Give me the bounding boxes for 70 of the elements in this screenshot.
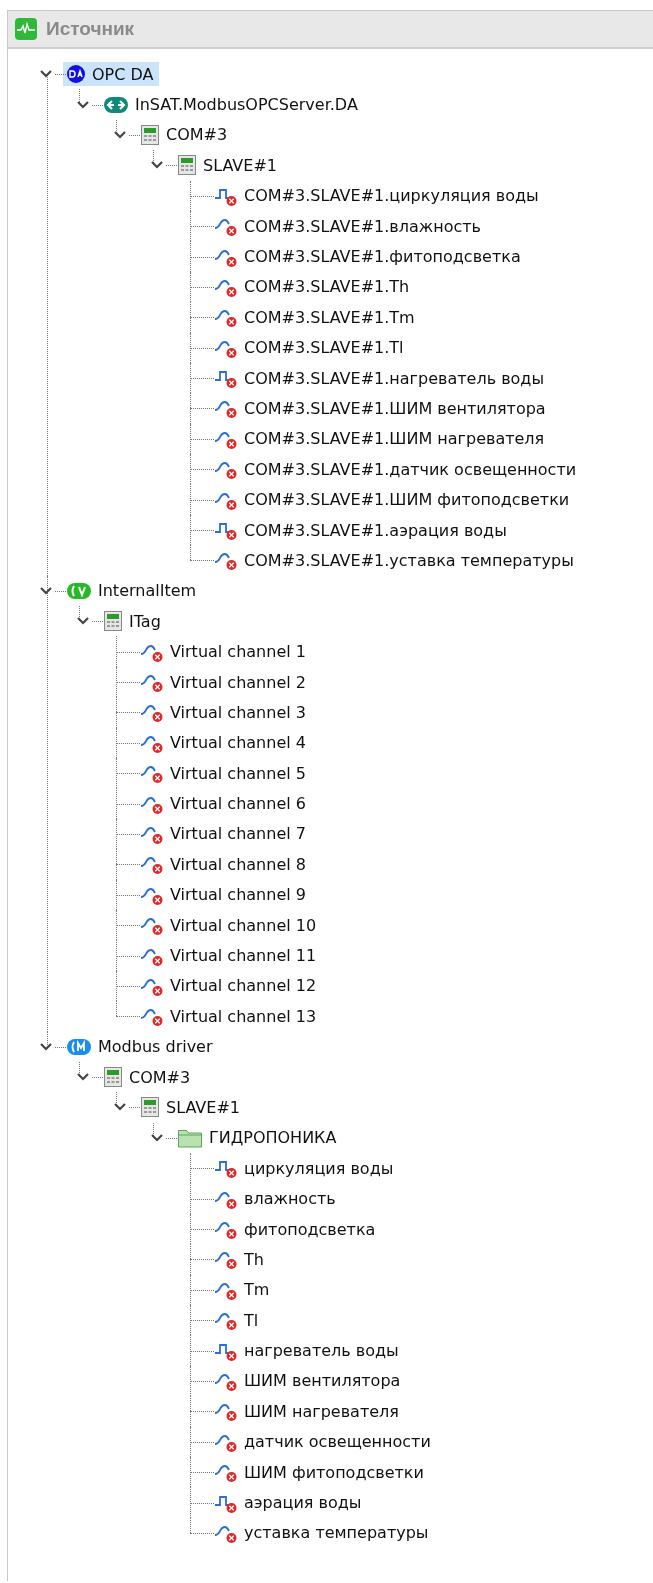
tree-item[interactable]: Virtual channel 1	[137, 638, 312, 665]
variable-icon	[66, 580, 92, 601]
tree-item[interactable]: Virtual channel 11	[137, 942, 323, 969]
tree-item[interactable]: COM#3	[100, 1064, 197, 1091]
chevron-down-icon[interactable]	[39, 69, 53, 80]
tree-item[interactable]: Virtual channel 8	[137, 851, 312, 878]
chevron-down-icon[interactable]	[150, 1132, 164, 1143]
tree-item[interactable]: COM#3.SLAVE#1.влажность	[211, 213, 487, 240]
tree-item[interactable]: OPC DA	[63, 62, 160, 87]
chevron-down-icon[interactable]	[113, 1102, 127, 1113]
chevron-down-icon[interactable]	[76, 99, 90, 110]
tree-item[interactable]: ШИМ фитоподсветки	[211, 1459, 430, 1486]
device-icon	[177, 154, 197, 177]
tree-item[interactable]: COM#3.SLAVE#1.уставка температуры	[211, 547, 580, 574]
tree-item[interactable]: COM#3.SLAVE#1.Th	[211, 273, 416, 300]
tree-item[interactable]: Modbus driver	[63, 1034, 219, 1059]
pulse-monitor-icon	[14, 17, 38, 41]
chevron-down-icon[interactable]	[150, 160, 164, 171]
tree-item[interactable]: InSAT.ModbusOPCServer.DA	[100, 92, 364, 117]
tree-item[interactable]: Virtual channel 12	[137, 972, 323, 999]
tree-item[interactable]: циркуляция воды	[211, 1155, 400, 1182]
chevron-down-icon[interactable]	[39, 585, 53, 596]
device-icon	[140, 1096, 160, 1119]
tree-item[interactable]: COM#3.SLAVE#1.ШИМ фитоподсветки	[211, 486, 576, 513]
tree-item[interactable]: Virtual channel 3	[137, 699, 312, 726]
tree-item[interactable]: COM#3.SLAVE#1.ШИМ нагревателя	[211, 425, 551, 452]
device-icon	[103, 610, 123, 633]
tree-item[interactable]: ШИМ нагревателя	[211, 1398, 405, 1425]
tree-item[interactable]: Virtual channel 5	[137, 760, 312, 787]
panel-title: Источник	[46, 18, 135, 40]
device-icon	[140, 123, 160, 146]
chevron-down-icon[interactable]	[76, 1072, 90, 1083]
tree-item[interactable]: нагреватель воды	[211, 1337, 405, 1364]
tree-item[interactable]: Tl	[211, 1307, 265, 1334]
device-icon	[103, 1066, 123, 1089]
tree-item[interactable]: Virtual channel 9	[137, 881, 312, 908]
server-icon	[66, 64, 86, 85]
driver-icon	[66, 1036, 92, 1057]
tree-item[interactable]: COM#3.SLAVE#1.Tl	[211, 334, 410, 361]
chevron-down-icon[interactable]	[39, 1041, 53, 1052]
tree-item[interactable]: аэрация воды	[211, 1489, 368, 1516]
tree-item[interactable]: уставка температуры	[211, 1519, 435, 1546]
tree-item[interactable]: Virtual channel 6	[137, 790, 312, 817]
tree-item[interactable]: ШИМ вентилятора	[211, 1368, 407, 1394]
tree-item[interactable]: Th	[211, 1246, 270, 1273]
tree-item[interactable]: COM#3.SLAVE#1.Tm	[211, 304, 421, 331]
tree-item[interactable]: COM#3.SLAVE#1.аэрация воды	[211, 517, 513, 544]
tree-item[interactable]: COM#3.SLAVE#1.нагреватель воды	[211, 365, 551, 392]
tree-item[interactable]: SLAVE#1	[174, 152, 283, 179]
chevron-down-icon[interactable]	[113, 129, 127, 140]
tree-item[interactable]: влажность	[211, 1185, 342, 1212]
connection-icon	[103, 94, 129, 115]
tree-item[interactable]: Virtual channel 4	[137, 729, 312, 756]
tree-item[interactable]: Virtual channel 7	[137, 820, 312, 847]
tree-item[interactable]: COM#3.SLAVE#1.датчик освещенности	[211, 456, 583, 483]
tree-item[interactable]: ITag	[100, 608, 167, 635]
tree-item[interactable]: ГИДРОПОНИКА	[174, 1124, 343, 1151]
tree-item[interactable]: InternalItem	[63, 578, 203, 603]
tree-item[interactable]: Virtual channel 13	[137, 1003, 323, 1030]
tree-item[interactable]: датчик освещенности	[211, 1428, 437, 1455]
tree-item[interactable]: Virtual channel 10	[137, 912, 323, 939]
tree-item[interactable]: SLAVE#1	[137, 1094, 246, 1121]
tree-item[interactable]: Virtual channel 2	[137, 669, 312, 695]
tree-item[interactable]: COM#3.SLAVE#1.ШИМ вентилятора	[211, 395, 552, 422]
tree-item[interactable]: COM#3.SLAVE#1.фитоподсветка	[211, 243, 527, 270]
tree-item[interactable]: фитоподсветка	[211, 1216, 382, 1243]
tree-item[interactable]: Tm	[211, 1276, 276, 1303]
tree-item[interactable]: COM#3.SLAVE#1.циркуляция воды	[211, 182, 545, 209]
tree-item[interactable]: COM#3	[137, 121, 234, 148]
chevron-down-icon[interactable]	[76, 616, 90, 627]
